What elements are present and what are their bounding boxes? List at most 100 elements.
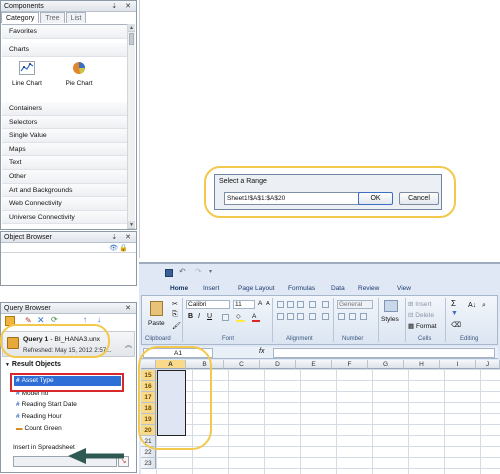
borders-icon[interactable] [222,314,229,321]
category-charts[interactable]: Charts [2,43,128,57]
shrink-font-icon[interactable]: A [266,301,270,307]
currency-icon[interactable] [338,313,345,320]
comma-icon[interactable] [360,313,367,320]
collapse-chevron-icon[interactable]: ︽ [125,340,132,350]
font-size-select[interactable]: 11 [233,300,255,309]
cut-icon[interactable]: ✂ [172,300,178,308]
tab-formulas[interactable]: Formulas [288,285,315,292]
sort-filter-icon[interactable]: A↓ [468,302,476,309]
visibility-icon[interactable]: 👁 [109,244,118,252]
tab-page-layout[interactable]: Page Layout [238,285,275,292]
refresh-query-icon[interactable]: ⟳ [51,315,58,324]
insert-cells-button[interactable]: ⊞ Insert [408,300,432,308]
wrap-text-icon[interactable] [322,301,329,308]
tab-tree[interactable]: Tree [40,12,65,23]
category-selectors[interactable]: Selectors [2,115,128,130]
query-browser-close[interactable]: ✕ [125,303,134,314]
percent-icon[interactable] [349,313,356,320]
col-header-h[interactable]: H [404,360,440,369]
merge-center-icon[interactable] [322,313,329,320]
move-up-icon[interactable]: ↑ [83,315,87,324]
align-right-icon[interactable] [297,313,304,320]
lock-icon[interactable]: 🔒 [119,244,128,252]
tab-home[interactable]: Home [170,285,188,292]
object-browser-controls[interactable]: ⇣ ✕ [111,232,134,243]
tab-insert[interactable]: Insert [203,285,219,292]
chart-item-pie[interactable]: Pie Chart [64,61,94,97]
category-web-connectivity[interactable]: Web Connectivity [2,197,128,211]
col-header-f[interactable]: F [332,360,368,369]
result-item-reading-start-date[interactable]: # Reading Start Date [16,400,77,410]
col-header-d[interactable]: D [260,360,296,369]
col-header-c[interactable]: C [224,360,260,369]
result-item-count-green[interactable]: ▬ Count Green [16,424,62,434]
decrease-indent-icon[interactable] [309,313,316,320]
fill-icon[interactable]: ▼ [451,310,458,317]
format-painter-icon[interactable]: 🖌 [172,322,181,330]
components-scrollbar[interactable]: ▲ ▼ [127,24,135,229]
tab-review[interactable]: Review [358,285,379,292]
tab-data[interactable]: Data [331,285,345,292]
copy-icon[interactable]: ⎘ [172,311,178,319]
font-color-icon[interactable]: A [252,313,260,322]
components-panel-controls[interactable]: ⇣ ✕ [111,1,134,12]
underline-icon[interactable]: U [207,313,212,320]
paste-icon[interactable] [150,301,163,316]
paste-button[interactable]: Paste [148,320,165,327]
save-icon[interactable] [165,269,173,277]
category-list: Containers Selectors Single Value Maps T… [2,102,128,225]
col-header-e[interactable]: E [296,360,332,369]
styles-button[interactable]: Styles [381,316,399,323]
tab-view[interactable]: View [397,285,411,292]
row-header-23[interactable]: 23 [141,458,156,469]
undo-icon[interactable]: ↶ [179,267,186,276]
scroll-up-arrow[interactable]: ▲ [128,24,135,32]
find-select-icon[interactable]: ⌕ [482,302,486,310]
font-name-select[interactable]: Calibri [186,300,230,309]
number-format-select[interactable]: General [337,300,373,309]
category-maps[interactable]: Maps [2,142,128,157]
col-header-g[interactable]: G [368,360,404,369]
align-bottom-icon[interactable] [297,301,304,308]
category-single-value[interactable]: Single Value [2,129,128,143]
customize-icon[interactable]: ▾ [209,268,212,275]
bold-icon[interactable]: B [188,313,193,320]
autosum-icon[interactable]: Σ [451,299,456,308]
scroll-down-arrow[interactable]: ▼ [128,221,135,229]
tab-list[interactable]: List [65,12,87,23]
delete-cells-button[interactable]: ⊟ Delete [408,311,434,319]
align-left-icon[interactable] [277,313,284,320]
tab-category[interactable]: Category [1,12,40,23]
scroll-thumb[interactable] [129,33,134,45]
redo-icon[interactable]: ↷ [195,267,202,276]
fill-color-icon[interactable]: ◇ [236,313,245,322]
category-text[interactable]: Text [2,156,128,170]
category-containers[interactable]: Containers [2,102,128,116]
format-cells-button[interactable]: ▦ Format [408,322,437,330]
col-header-i[interactable]: I [440,360,476,369]
clear-icon[interactable]: ⌫ [451,321,461,329]
styles-icon[interactable] [384,300,398,312]
category-other[interactable]: Other [2,169,128,184]
chart-item-line[interactable]: Line Chart [12,61,42,97]
align-middle-icon[interactable] [287,301,294,308]
category-favorites[interactable]: Favorites [2,25,128,39]
align-top-icon[interactable] [277,301,284,308]
fx-icon[interactable]: fx [259,348,264,355]
category-art-backgrounds[interactable]: Art and Backgrounds [2,183,128,198]
move-down-icon[interactable]: ↓ [97,315,101,324]
orientation-icon[interactable] [309,301,316,308]
object-browser-title-text: Object Browser [4,234,52,241]
object-browser-title: Object Browser ⇣ ✕ [1,232,136,243]
col-header-j[interactable]: J [476,360,500,369]
grow-font-icon[interactable]: A [258,300,262,307]
result-item-reading-hour[interactable]: # Reading Hour [16,412,62,422]
result-objects-header[interactable]: ▼ Result Objects [5,361,61,368]
highlight-ellipse-query [0,324,110,358]
align-center-icon[interactable] [287,313,294,320]
category-universe-connectivity[interactable]: Universe Connectivity [2,210,128,225]
query-browser-title-text: Query Browser [4,305,51,312]
dimension-icon: # [16,413,20,420]
italic-icon[interactable]: I [198,313,200,320]
formula-input[interactable] [273,348,495,358]
